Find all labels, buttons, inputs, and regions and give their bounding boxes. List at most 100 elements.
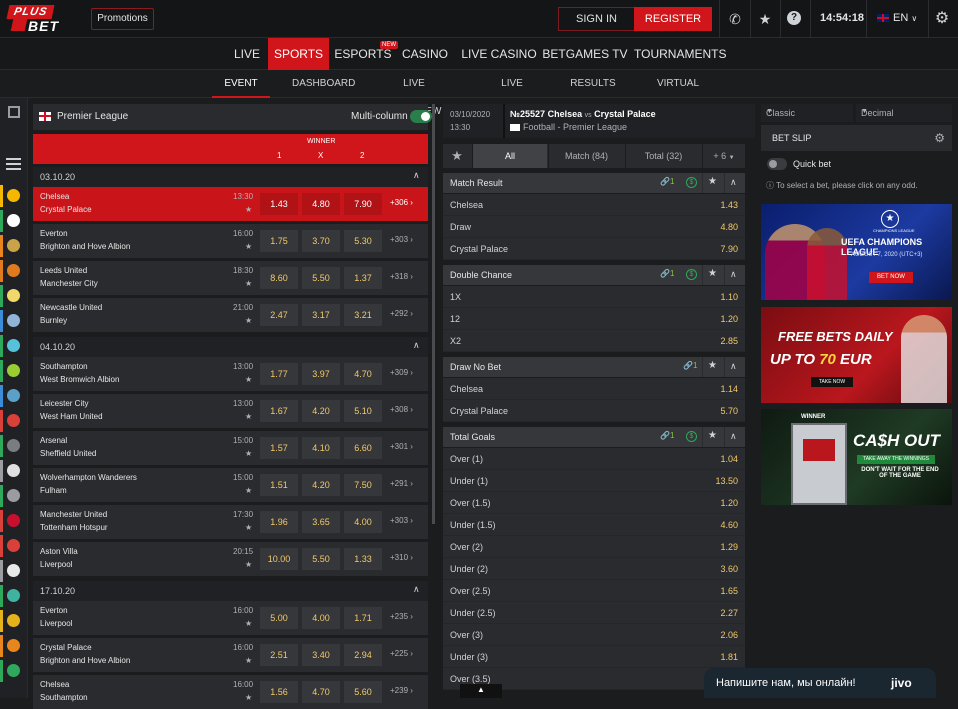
quick-bet-toggle[interactable] [767, 158, 787, 170]
cash-out-banner[interactable]: WINNER CA$H OUT TAKE AWAY THE WINNINGS D… [761, 409, 952, 505]
selection-row[interactable]: Under (2.5) 2.27 [443, 602, 745, 624]
sidebar-sport-item[interactable] [0, 635, 28, 657]
help-icon[interactable]: ? [787, 11, 801, 25]
bet-slip-settings-icon[interactable]: ⚙ [934, 131, 945, 145]
favorite-star-icon[interactable]: ★ [245, 523, 252, 532]
odd-2-button[interactable]: 1.37 [344, 267, 382, 289]
selection-odd[interactable]: 5.70 [720, 406, 738, 416]
selection-row[interactable]: Under (1) 13.50 [443, 470, 745, 492]
odd-2-button[interactable]: 1.71 [344, 607, 382, 629]
more-markets-link[interactable]: +235 › [390, 612, 413, 621]
more-markets-link[interactable]: +301 › [390, 442, 413, 451]
favorite-star-icon[interactable]: ★ [708, 360, 717, 371]
odd-1-button[interactable]: 2.47 [260, 304, 298, 326]
favorite-star-icon[interactable]: ★ [245, 486, 252, 495]
favorite-star-icon[interactable]: ★ [245, 316, 252, 325]
more-markets-link[interactable]: +239 › [390, 686, 413, 695]
odd-2-button[interactable]: 7.90 [344, 193, 382, 215]
sidebar-sport-item[interactable] [0, 310, 28, 332]
odd-2-button[interactable]: 6.60 [344, 437, 382, 459]
sidebar-sport-item[interactable] [0, 185, 28, 207]
sidebar-sport-item[interactable] [0, 585, 28, 607]
sidebar-sport-item[interactable] [0, 385, 28, 407]
selection-odd[interactable]: 1.20 [720, 314, 738, 324]
odd-x-button[interactable]: 4.20 [302, 474, 340, 496]
nav-live[interactable]: LIVE [228, 38, 266, 70]
collapse-icon[interactable] [8, 106, 20, 118]
selection-row[interactable]: Draw 4.80 [443, 216, 745, 238]
event-row[interactable]: Everton Liverpool 16:00 ★ 5.00 4.00 1.71 +235 › [33, 601, 428, 635]
favorite-star-icon[interactable]: ★ [245, 656, 252, 665]
nav-casino[interactable]: CASINO [398, 38, 452, 70]
odd-1-button[interactable]: 10.00 [260, 548, 298, 570]
selection-odd[interactable]: 3.60 [720, 564, 738, 574]
favorite-star-icon[interactable]: ★ [245, 375, 252, 384]
favorite-star-icon[interactable]: ★ [443, 144, 471, 168]
odd-2-button[interactable]: 5.60 [344, 681, 382, 703]
selection-row[interactable]: Crystal Palace 5.70 [443, 400, 745, 422]
date-group-header[interactable]: 04.10.20 ∧ [33, 337, 428, 357]
selection-odd[interactable]: 1.81 [720, 652, 738, 662]
tab-virtual-sports[interactable]: VIRTUAL SPORTS [638, 70, 718, 117]
odd-1-button[interactable]: 1.57 [260, 437, 298, 459]
market-header[interactable]: Double Chance 🔗1 $ ★ ∧ [443, 265, 745, 285]
event-row[interactable]: Crystal Palace Brighton and Hove Albion 16… [33, 638, 428, 672]
tab-event-view[interactable]: EVENT VIEW [212, 70, 270, 117]
selection-odd[interactable]: 1.04 [720, 454, 738, 464]
selection-row[interactable]: X2 2.85 [443, 330, 745, 352]
nav-tournaments[interactable]: TOURNAMENTS [634, 38, 726, 70]
plusbet-logo[interactable]: PLUS BET [6, 5, 76, 34]
selection-row[interactable]: Over (1.5) 1.20 [443, 492, 745, 514]
tab-more[interactable]: + 6 ▼ [702, 144, 745, 168]
ucl-banner[interactable]: ★ CHAMPIONS LEAGUE UEFA CHAMPIONS LEAGUE… [761, 204, 952, 300]
more-markets-link[interactable]: +292 › [390, 309, 413, 318]
selection-odd[interactable]: 4.80 [720, 222, 738, 232]
odd-x-button[interactable]: 3.17 [302, 304, 340, 326]
register-button[interactable]: REGISTER [634, 7, 712, 31]
event-row[interactable]: Manchester United Tottenham Hotspur 17:30 ★… [33, 505, 428, 539]
odd-2-button[interactable]: 5.10 [344, 400, 382, 422]
selection-row[interactable]: Under (3) 1.81 [443, 646, 745, 668]
odd-1-button[interactable]: 1.75 [260, 230, 298, 252]
chevron-up-icon[interactable]: ∧ [730, 431, 737, 442]
market-header[interactable]: Draw No Bet 🔗1 ★ ∧ [443, 357, 745, 377]
odd-1-button[interactable]: 1.96 [260, 511, 298, 533]
odd-x-button[interactable]: 3.40 [302, 644, 340, 666]
selection-odd[interactable]: 1.29 [720, 542, 738, 552]
ucl-bet-now-button[interactable]: BET NOW [869, 272, 913, 283]
odd-1-button[interactable]: 2.51 [260, 644, 298, 666]
sidebar-sport-item[interactable] [0, 485, 28, 507]
odd-x-button[interactable]: 3.65 [302, 511, 340, 533]
market-header[interactable]: Match Result 🔗1 $ ★ ∧ [443, 173, 745, 193]
nav-live-casino[interactable]: LIVE CASINO [458, 38, 540, 70]
odd-2-button[interactable]: 3.21 [344, 304, 382, 326]
event-row[interactable]: Everton Brighton and Hove Albion 16:00 ★ 1.7… [33, 224, 428, 258]
favorite-star-icon[interactable]: ★ [245, 205, 252, 214]
selection-odd[interactable]: 1.10 [720, 292, 738, 302]
sidebar-sport-item[interactable] [0, 335, 28, 357]
selection-row[interactable]: Over (2.5) 1.65 [443, 580, 745, 602]
more-markets-link[interactable]: +303 › [390, 235, 413, 244]
more-markets-link[interactable]: +309 › [390, 368, 413, 377]
chevron-up-icon[interactable]: ∧ [730, 177, 737, 188]
event-row[interactable]: Chelsea Crystal Palace 13:30 ★ 1.43 4.80 7.90 +… [33, 187, 428, 221]
odd-1-button[interactable]: 1.56 [260, 681, 298, 703]
selection-odd[interactable]: 1.14 [720, 384, 738, 394]
sidebar-sport-item[interactable] [0, 435, 28, 457]
event-row[interactable]: Aston Villa Liverpool 20:15 ★ 10.00 5.50 1.33 +… [33, 542, 428, 576]
nav-betgames-tv[interactable]: BETGAMES TV [542, 38, 628, 70]
more-markets-link[interactable]: +306 › [390, 198, 413, 207]
favorite-star-icon[interactable]: ★ [245, 279, 252, 288]
favorite-star-icon[interactable]: ★ [245, 619, 252, 628]
selection-odd[interactable]: 1.43 [720, 200, 738, 210]
scroll-up-button[interactable]: ▲ [460, 684, 502, 698]
nav-esports[interactable]: ESPORTS NEW [334, 38, 398, 70]
favorite-star-icon[interactable]: ★ [245, 242, 252, 251]
odd-1-button[interactable]: 1.43 [260, 193, 298, 215]
sidebar-sport-item[interactable] [0, 210, 28, 232]
favorite-star-icon[interactable]: ★ [708, 430, 717, 441]
selection-row[interactable]: Over (1) 1.04 [443, 448, 745, 470]
event-row[interactable]: Arsenal Sheffield United 15:00 ★ 1.57 4.10 6.6… [33, 431, 428, 465]
phone-icon[interactable]: ✆ [727, 11, 743, 27]
event-row[interactable]: Newcastle United Burnley 21:00 ★ 2.47 3.17 3.2… [33, 298, 428, 332]
